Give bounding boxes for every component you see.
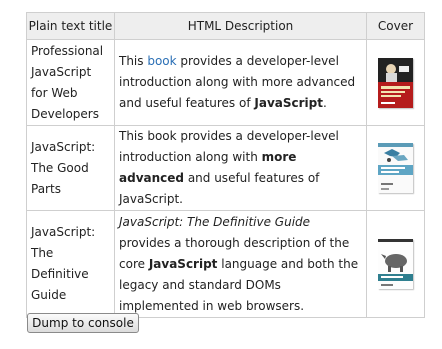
cover-cell (366, 125, 425, 211)
description-text: . (323, 96, 327, 110)
book-link[interactable]: book (147, 54, 176, 68)
title-cell: JavaScript: The Good Parts (26, 125, 115, 211)
table-header-row: Plain text title HTML Description Cover (26, 12, 425, 40)
description-cell: This book provides a developer-level int… (114, 39, 367, 126)
description-cell: This book provides a developer-level int… (114, 125, 367, 211)
header-plain-text-title: Plain text title (26, 12, 115, 40)
book-cover-javascript-the-good-parts-icon (378, 143, 413, 193)
title-cell: JavaScript: The Definitive Guide (26, 210, 115, 318)
books-table: Plain text title HTML Description Cover … (26, 12, 425, 318)
table-row: JavaScript: The Good Parts This book pro… (26, 125, 425, 211)
description-bold-text: JavaScript (148, 256, 218, 271)
cover-cell (366, 39, 425, 126)
description-italic-text: JavaScript: The Definitive Guide (119, 214, 311, 229)
description-bold-text: JavaScript (254, 96, 323, 110)
dump-to-console-button[interactable]: Dump to console (27, 313, 139, 333)
table-row: Professional JavaScript for Web Develope… (26, 39, 425, 126)
description-text: This book provides a developer-level int… (119, 129, 339, 164)
cover-cell (366, 210, 425, 318)
description-cell: JavaScript: The Definitive Guide provide… (114, 210, 367, 318)
title-cell: Professional JavaScript for Web Develope… (26, 39, 115, 126)
header-html-description: HTML Description (114, 12, 367, 40)
description-text: This (119, 54, 148, 68)
book-cover-javascript-definitive-guide-icon (378, 239, 413, 289)
table-row: JavaScript: The Definitive Guide JavaScr… (26, 210, 425, 318)
header-cover: Cover (366, 12, 425, 40)
book-cover-professional-javascript-icon (378, 57, 413, 108)
